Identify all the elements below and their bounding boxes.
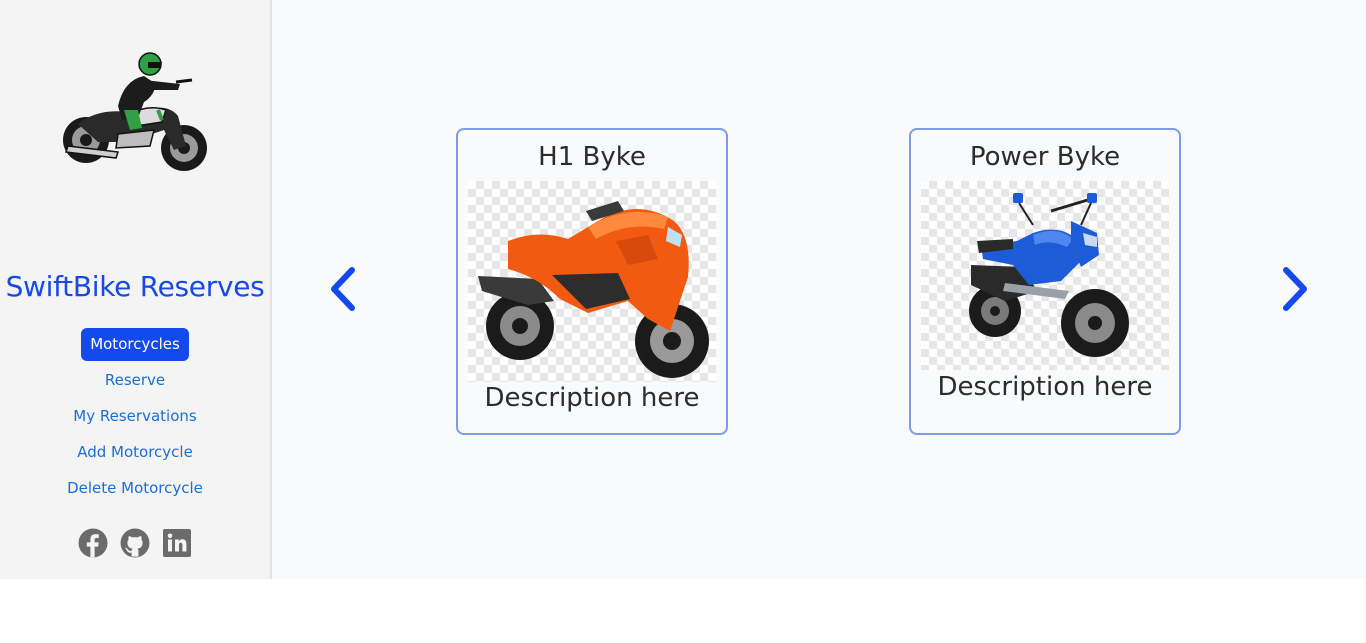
orange-sport-motorcycle-image [468,181,716,382]
card-description: Description here [484,383,700,413]
blue-commuter-motorcycle-image [921,181,1169,370]
nav-delete-motorcycle[interactable]: Delete Motorcycle [67,472,203,508]
card-title: H1 Byke [538,142,646,172]
nav-add-motorcycle[interactable]: Add Motorcycle [77,436,193,472]
brand-title[interactable]: SwiftBike Reserves [0,270,270,303]
motorcycles-carousel: H1 Byke Description here Power Byke Desc… [272,0,1366,579]
card-description: Description here [937,372,1153,402]
motorcycle-card[interactable]: H1 Byke Description here [456,128,728,435]
card-title: Power Byke [969,142,1121,172]
chevron-left-icon[interactable] [328,266,358,312]
nav-reserve[interactable]: Reserve [105,364,165,400]
chevron-right-icon[interactable] [1280,266,1310,312]
social-links [0,528,270,558]
motorcycle-rider-logo [58,50,212,176]
linkedin-icon[interactable] [162,528,192,558]
sidebar: SwiftBike Reserves Motorcycles Reserve M… [0,0,272,579]
nav-my-reservations[interactable]: My Reservations [73,400,196,436]
sidebar-nav: Motorcycles Reserve My Reservations Add … [0,328,270,508]
github-icon[interactable] [120,528,150,558]
app-root: SwiftBike Reserves Motorcycles Reserve M… [0,0,1366,579]
facebook-icon[interactable] [78,528,108,558]
motorcycle-card[interactable]: Power Byke Description here [909,128,1181,435]
nav-motorcycles[interactable]: Motorcycles [81,328,189,361]
